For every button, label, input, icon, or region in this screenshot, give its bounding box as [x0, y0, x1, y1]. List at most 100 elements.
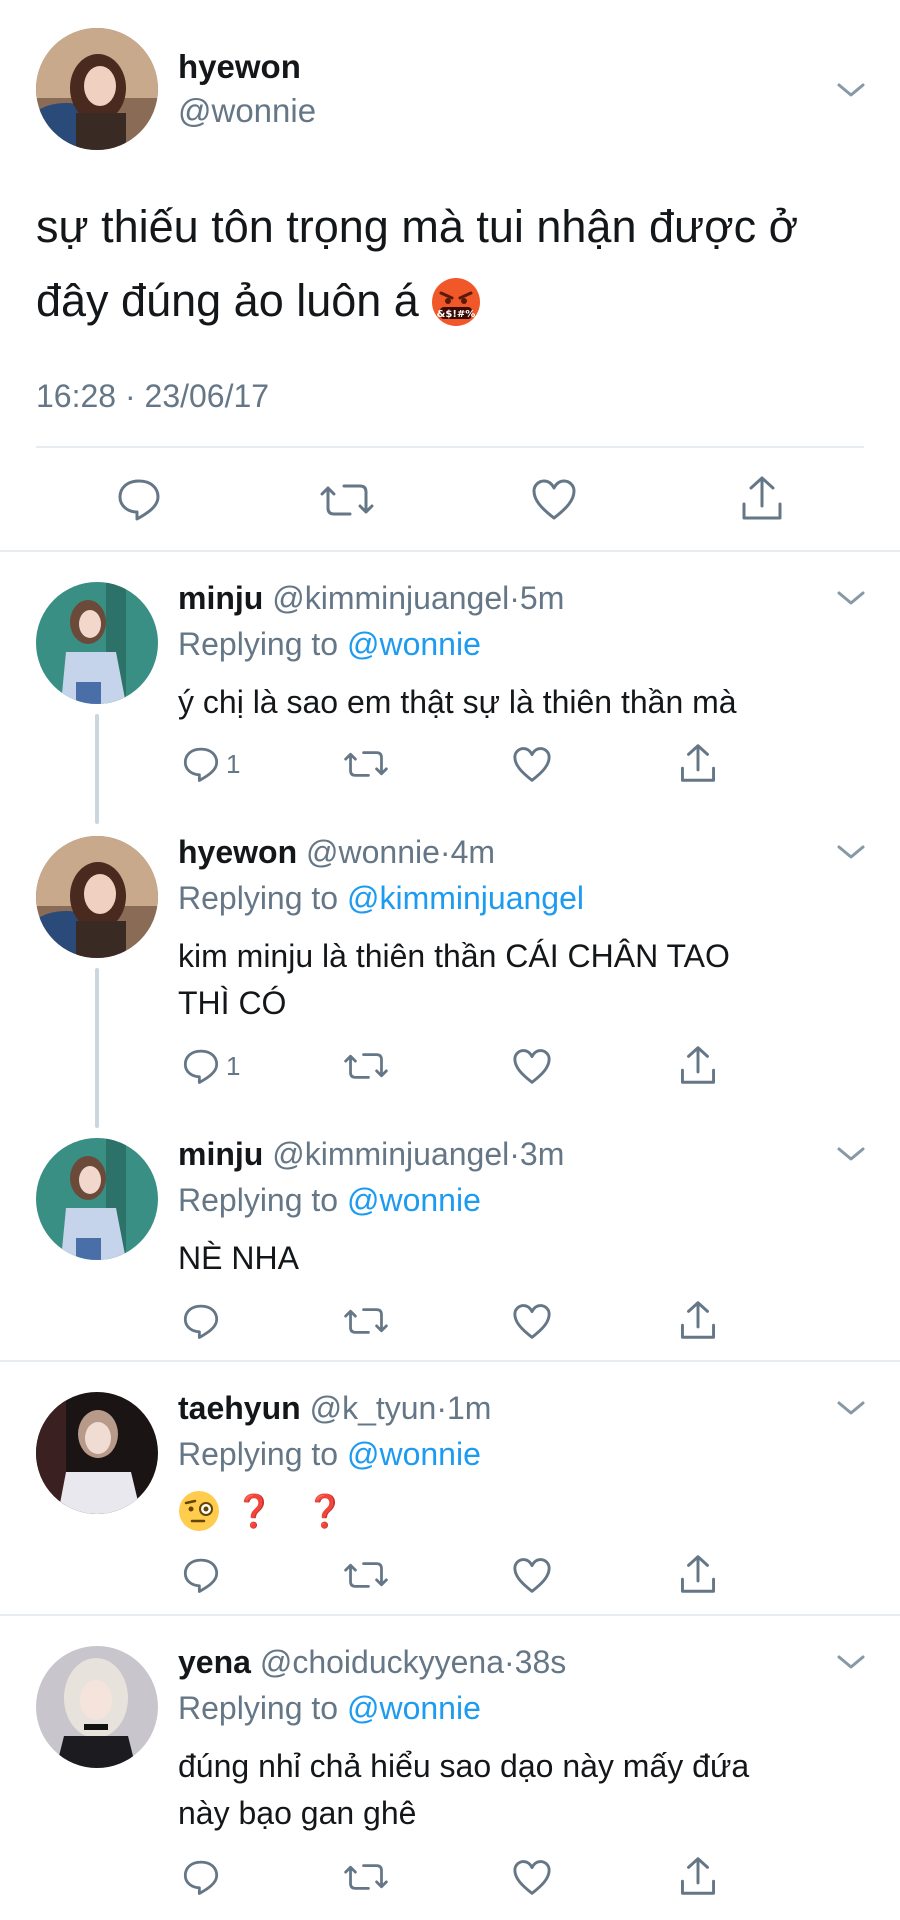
reply-time[interactable]: 38s: [515, 1644, 567, 1680]
reply-header: taehyun @k_tyun·1m: [178, 1390, 491, 1427]
reply-icon[interactable]: [182, 1302, 220, 1340]
reply-icon[interactable]: [182, 1047, 220, 1085]
reply-display-name[interactable]: minju: [178, 580, 263, 616]
reply-text-line-1: đúng nhỉ chả hiểu sao dạo này mấy đứa: [178, 1748, 750, 1784]
chevron-down-icon[interactable]: [836, 1144, 866, 1164]
retweet-icon[interactable]: [344, 1303, 388, 1339]
like-icon[interactable]: [531, 478, 577, 520]
main-display-name[interactable]: hyewon: [178, 48, 301, 86]
avatar-hyewon[interactable]: [36, 28, 158, 150]
replying-to-line: Replying to @wonnie: [178, 1182, 481, 1219]
reply-handle[interactable]: @wonnie: [306, 834, 440, 870]
replying-to-link[interactable]: @wonnie: [347, 1182, 481, 1218]
chevron-down-icon[interactable]: [836, 1652, 866, 1672]
like-icon[interactable]: [512, 746, 552, 782]
reply-display-name[interactable]: yena: [178, 1644, 251, 1680]
reply-action[interactable]: 1: [182, 745, 240, 783]
replying-to-label: Replying to: [178, 626, 339, 662]
share-icon[interactable]: [679, 742, 717, 784]
reply-display-name[interactable]: taehyun: [178, 1390, 301, 1426]
replying-to-link[interactable]: @wonnie: [347, 1436, 481, 1472]
chevron-down-icon[interactable]: [836, 588, 866, 608]
svg-text:&$!#%: &$!#%: [437, 309, 476, 320]
replying-to-link[interactable]: @wonnie: [347, 626, 481, 662]
reply-text-content: ❓ ❓: [234, 1492, 355, 1530]
reply-header: yena @choiduckyyena·38s: [178, 1644, 566, 1681]
reply-handle[interactable]: @kimminjuangel: [272, 580, 509, 616]
reply-text: ❓ ❓: [178, 1490, 355, 1532]
replying-to-line: Replying to @wonnie: [178, 1690, 481, 1727]
reply-text-line-1: kim minju là thiên thần CÁI CHÂN TAO: [178, 938, 730, 974]
section-divider: [0, 1360, 900, 1362]
share-icon[interactable]: [740, 474, 784, 522]
main-divider: [36, 446, 864, 448]
avatar-taehyun[interactable]: [36, 1392, 158, 1514]
reply-handle[interactable]: @kimminjuangel: [272, 1136, 509, 1172]
avatar-minju[interactable]: [36, 1138, 158, 1260]
replying-to-label: Replying to: [178, 880, 339, 916]
reply-text-line-2: THÌ CÓ: [178, 985, 287, 1021]
reply-header: minju @kimminjuangel·5m: [178, 580, 564, 617]
replying-to-link[interactable]: @kimminjuangel: [347, 880, 584, 916]
like-icon[interactable]: [512, 1557, 552, 1593]
reply-time[interactable]: 5m: [520, 580, 564, 616]
section-divider: [0, 1614, 900, 1616]
reply-separator: ·: [509, 580, 520, 616]
replying-to-link[interactable]: @wonnie: [347, 1690, 481, 1726]
retweet-icon[interactable]: [344, 1048, 388, 1084]
reply-text: ý chị là sao em thật sự là thiên thần mà: [178, 684, 737, 720]
reply-separator: ·: [509, 1136, 520, 1172]
reply-icon[interactable]: [116, 476, 162, 522]
retweet-icon[interactable]: [320, 478, 374, 522]
reply-header: hyewon @wonnie·4m: [178, 834, 495, 871]
reply-icon[interactable]: [182, 745, 220, 783]
reply-time[interactable]: 3m: [520, 1136, 564, 1172]
like-icon[interactable]: [512, 1048, 552, 1084]
replying-to-label: Replying to: [178, 1690, 339, 1726]
share-icon[interactable]: [679, 1855, 717, 1897]
main-timestamp[interactable]: 16:28 · 23/06/17: [36, 378, 269, 415]
reply-time[interactable]: 1m: [447, 1390, 491, 1426]
reply-text: NÈ NHA: [178, 1240, 299, 1276]
chevron-down-icon[interactable]: [836, 1398, 866, 1418]
reply-separator: ·: [439, 834, 451, 870]
avatar-yena[interactable]: [36, 1646, 158, 1768]
main-tweet-text: sự thiếu tôn trọng mà tui nhận được ở đâ…: [36, 190, 856, 338]
replying-to-label: Replying to: [178, 1182, 339, 1218]
share-icon[interactable]: [679, 1299, 717, 1341]
replying-to-line: Replying to @kimminjuangel: [178, 880, 584, 917]
like-icon[interactable]: [512, 1859, 552, 1895]
reply-icon[interactable]: [182, 1858, 220, 1896]
reply-time[interactable]: 4m: [451, 834, 495, 870]
avatar-minju[interactable]: [36, 582, 158, 704]
thread-line: [95, 714, 99, 824]
share-icon[interactable]: [679, 1044, 717, 1086]
reply-icon[interactable]: [182, 1556, 220, 1594]
share-icon[interactable]: [679, 1553, 717, 1595]
main-tweet-text-content: sự thiếu tôn trọng mà tui nhận được ở đâ…: [36, 201, 799, 326]
reply-handle[interactable]: @k_tyun: [310, 1390, 437, 1426]
retweet-icon[interactable]: [344, 746, 388, 782]
chevron-down-icon[interactable]: [836, 842, 866, 862]
reply-handle[interactable]: @choiduckyyena: [260, 1644, 504, 1680]
replying-to-line: Replying to @wonnie: [178, 1436, 481, 1473]
thread-line: [95, 968, 99, 1128]
reply-header: minju @kimminjuangel·3m: [178, 1136, 564, 1173]
reply-count: 1: [226, 748, 241, 779]
replying-to-line: Replying to @wonnie: [178, 626, 481, 663]
avatar-hyewon[interactable]: [36, 836, 158, 958]
like-icon[interactable]: [512, 1303, 552, 1339]
reply-separator: ·: [504, 1644, 515, 1680]
section-divider: [0, 550, 900, 552]
retweet-icon[interactable]: [344, 1859, 388, 1895]
chevron-down-icon[interactable]: [836, 80, 866, 100]
replying-to-label: Replying to: [178, 1436, 339, 1472]
retweet-icon[interactable]: [344, 1557, 388, 1593]
reply-display-name[interactable]: hyewon: [178, 834, 297, 870]
reply-text-line-2: này bạo gan ghê: [178, 1795, 417, 1831]
reply-separator: ·: [436, 1390, 447, 1426]
main-handle[interactable]: @wonnie: [178, 92, 316, 130]
face-with-monocle-icon: [178, 1490, 220, 1532]
reply-display-name[interactable]: minju: [178, 1136, 263, 1172]
reply-action[interactable]: 1: [182, 1047, 240, 1085]
